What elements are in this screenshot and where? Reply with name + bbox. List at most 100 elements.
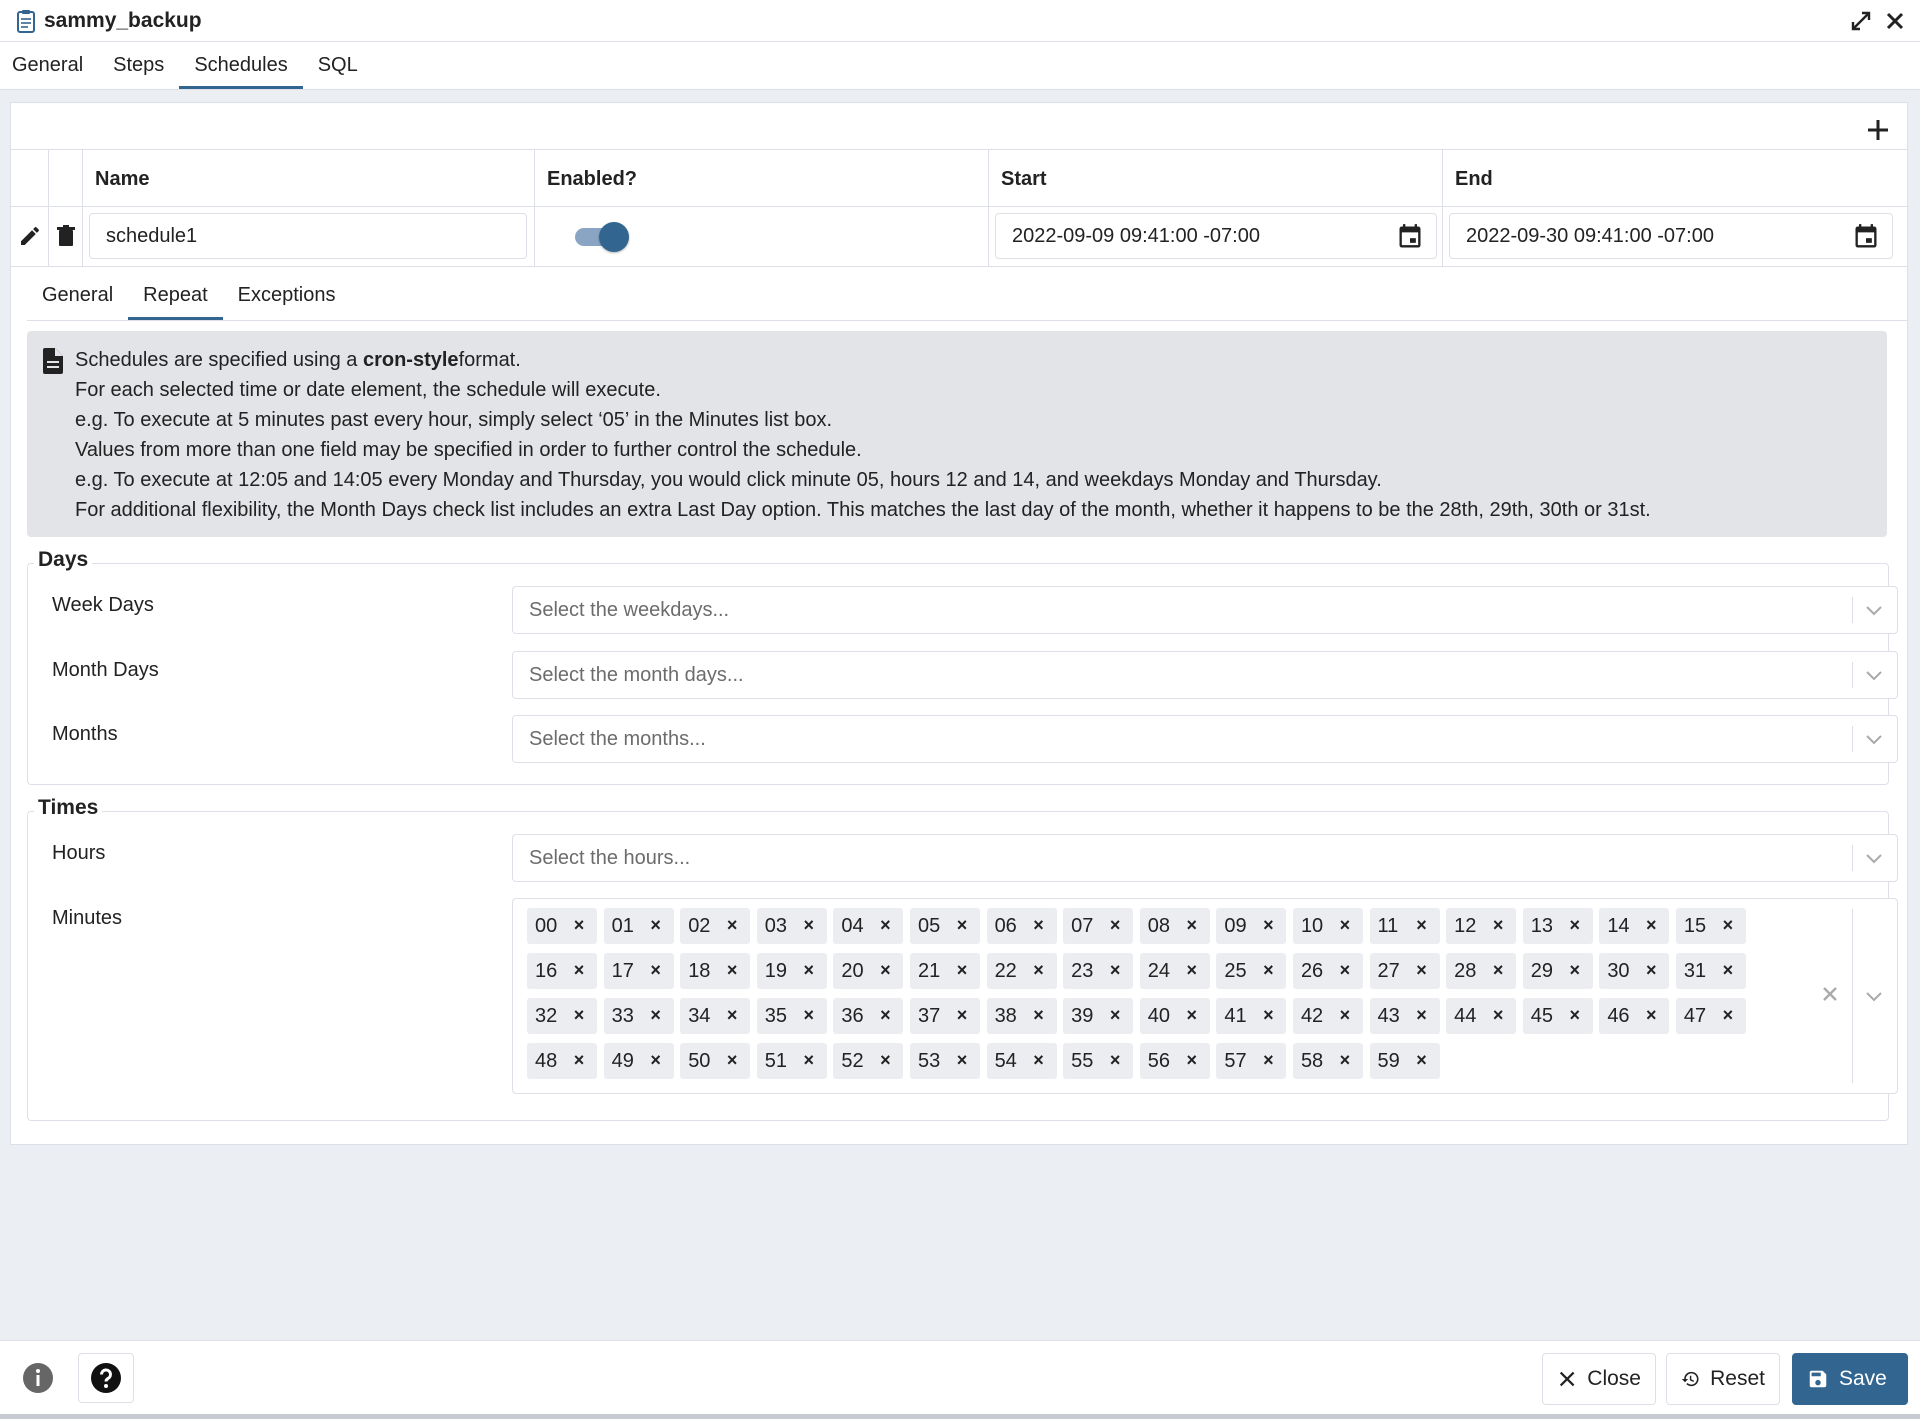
minute-chip: 38 ×	[986, 998, 1057, 1034]
remove-chip-icon[interactable]: ×	[1490, 1006, 1506, 1024]
close-button[interactable]: Close	[1542, 1353, 1656, 1405]
remove-chip-icon[interactable]: ×	[801, 1006, 817, 1024]
remove-chip-icon[interactable]: ×	[1490, 961, 1506, 979]
remove-chip-icon[interactable]: ×	[1643, 916, 1659, 934]
tab-sql[interactable]: SQL	[303, 42, 373, 89]
remove-chip-icon[interactable]: ×	[1567, 1006, 1583, 1024]
remove-chip-icon[interactable]: ×	[1184, 961, 1200, 979]
clear-all-icon[interactable]	[1819, 983, 1841, 1005]
remove-chip-icon[interactable]: ×	[877, 1006, 893, 1024]
remove-chip-icon[interactable]: ×	[571, 916, 587, 934]
minute-chip: 12 ×	[1446, 908, 1517, 944]
remove-chip-icon[interactable]: ×	[1260, 961, 1276, 979]
remove-chip-icon[interactable]: ×	[648, 961, 664, 979]
remove-chip-icon[interactable]: ×	[1184, 916, 1200, 934]
window-close-button[interactable]	[1880, 6, 1910, 36]
minute-chip-label: 06	[994, 914, 1017, 937]
minutes-multiselect[interactable]: 00 × 01 × 02 × 03 × 04 × 05 × 06 × 07 × 08 × 09 × 10 × 11 × 12 × 1…	[512, 898, 1898, 1094]
subtab-repeat[interactable]: Repeat	[128, 271, 223, 320]
schedule-name-input[interactable]: schedule1	[89, 213, 527, 259]
remove-chip-icon[interactable]: ×	[571, 1006, 587, 1024]
remove-chip-icon[interactable]: ×	[571, 1051, 587, 1069]
remove-chip-icon[interactable]: ×	[1337, 916, 1353, 934]
remove-chip-icon[interactable]: ×	[1643, 1006, 1659, 1024]
expand-button[interactable]	[1846, 6, 1876, 36]
remove-chip-icon[interactable]: ×	[801, 1051, 817, 1069]
remove-chip-icon[interactable]: ×	[1414, 1051, 1430, 1069]
minute-chip-label: 17	[611, 959, 634, 982]
remove-chip-icon[interactable]: ×	[1643, 961, 1659, 979]
end-datetime-input[interactable]: 2022-09-30 09:41:00 -07:00	[1449, 213, 1893, 259]
remove-chip-icon[interactable]: ×	[954, 1051, 970, 1069]
tab-schedules[interactable]: Schedules	[179, 42, 304, 89]
remove-chip-icon[interactable]: ×	[648, 916, 664, 934]
info-button[interactable]	[10, 1353, 66, 1403]
remove-chip-icon[interactable]: ×	[1414, 1006, 1430, 1024]
remove-chip-icon[interactable]: ×	[571, 961, 587, 979]
minute-chip-label: 19	[764, 959, 788, 982]
add-schedule-button[interactable]	[1861, 113, 1895, 147]
minute-chip-label: 49	[611, 1049, 634, 1072]
remove-chip-icon[interactable]: ×	[1107, 1006, 1123, 1024]
months-select[interactable]: Select the months...	[512, 715, 1898, 763]
remove-chip-icon[interactable]: ×	[1260, 916, 1276, 934]
help-button[interactable]	[78, 1353, 134, 1403]
remove-chip-icon[interactable]: ×	[1720, 1006, 1736, 1024]
remove-chip-icon[interactable]: ×	[724, 1006, 740, 1024]
remove-chip-icon[interactable]: ×	[1107, 916, 1123, 934]
remove-chip-icon[interactable]: ×	[1031, 961, 1047, 979]
subtab-general[interactable]: General	[27, 271, 128, 320]
minute-chip: 51 ×	[756, 1043, 827, 1079]
remove-chip-icon[interactable]: ×	[724, 961, 740, 979]
remove-chip-icon[interactable]: ×	[1720, 961, 1736, 979]
remove-chip-icon[interactable]: ×	[801, 961, 817, 979]
minute-chip: 14 ×	[1599, 908, 1670, 944]
remove-chip-icon[interactable]: ×	[1567, 961, 1583, 979]
remove-chip-icon[interactable]: ×	[1031, 916, 1047, 934]
remove-chip-icon[interactable]: ×	[1337, 1051, 1353, 1069]
remove-chip-icon[interactable]: ×	[1337, 1006, 1353, 1024]
remove-chip-icon[interactable]: ×	[1260, 1006, 1276, 1024]
edit-row-button[interactable]	[13, 219, 47, 253]
remove-chip-icon[interactable]: ×	[1414, 961, 1430, 979]
month-days-select[interactable]: Select the month days...	[512, 651, 1898, 699]
week-days-select[interactable]: Select the weekdays...	[512, 586, 1898, 634]
start-datetime-input[interactable]: 2022-09-09 09:41:00 -07:00	[995, 213, 1437, 259]
remove-chip-icon[interactable]: ×	[1720, 916, 1736, 934]
remove-chip-icon[interactable]: ×	[648, 1051, 664, 1069]
remove-chip-icon[interactable]: ×	[724, 916, 740, 934]
remove-chip-icon[interactable]: ×	[1184, 1051, 1200, 1069]
enabled-toggle[interactable]	[573, 222, 629, 252]
calendar-icon[interactable]	[1852, 223, 1880, 251]
remove-chip-icon[interactable]: ×	[1107, 1051, 1123, 1069]
hours-label: Hours	[52, 842, 106, 864]
remove-chip-icon[interactable]: ×	[877, 1051, 893, 1069]
remove-chip-icon[interactable]: ×	[877, 916, 893, 934]
reset-button[interactable]: Reset	[1666, 1353, 1780, 1405]
remove-chip-icon[interactable]: ×	[954, 1006, 970, 1024]
remove-chip-icon[interactable]: ×	[877, 961, 893, 979]
chevron-down-icon[interactable]	[1863, 985, 1885, 1007]
remove-chip-icon[interactable]: ×	[1031, 1006, 1047, 1024]
remove-chip-icon[interactable]: ×	[1490, 916, 1506, 934]
save-button[interactable]: Save	[1792, 1353, 1908, 1405]
remove-chip-icon[interactable]: ×	[1260, 1051, 1276, 1069]
remove-chip-icon[interactable]: ×	[1031, 1051, 1047, 1069]
remove-chip-icon[interactable]: ×	[724, 1051, 740, 1069]
minute-chip: 30 ×	[1599, 953, 1670, 989]
hours-select[interactable]: Select the hours...	[512, 834, 1898, 882]
tab-steps[interactable]: Steps	[98, 42, 179, 89]
remove-chip-icon[interactable]: ×	[801, 916, 817, 934]
remove-chip-icon[interactable]: ×	[648, 1006, 664, 1024]
delete-row-button[interactable]	[49, 219, 83, 253]
remove-chip-icon[interactable]: ×	[1567, 916, 1583, 934]
remove-chip-icon[interactable]: ×	[1184, 1006, 1200, 1024]
tab-general[interactable]: General	[0, 42, 98, 89]
remove-chip-icon[interactable]: ×	[1414, 916, 1430, 934]
remove-chip-icon[interactable]: ×	[1107, 961, 1123, 979]
calendar-icon[interactable]	[1396, 223, 1424, 251]
subtab-exceptions[interactable]: Exceptions	[223, 271, 351, 320]
remove-chip-icon[interactable]: ×	[954, 916, 970, 934]
remove-chip-icon[interactable]: ×	[954, 961, 970, 979]
remove-chip-icon[interactable]: ×	[1337, 961, 1353, 979]
